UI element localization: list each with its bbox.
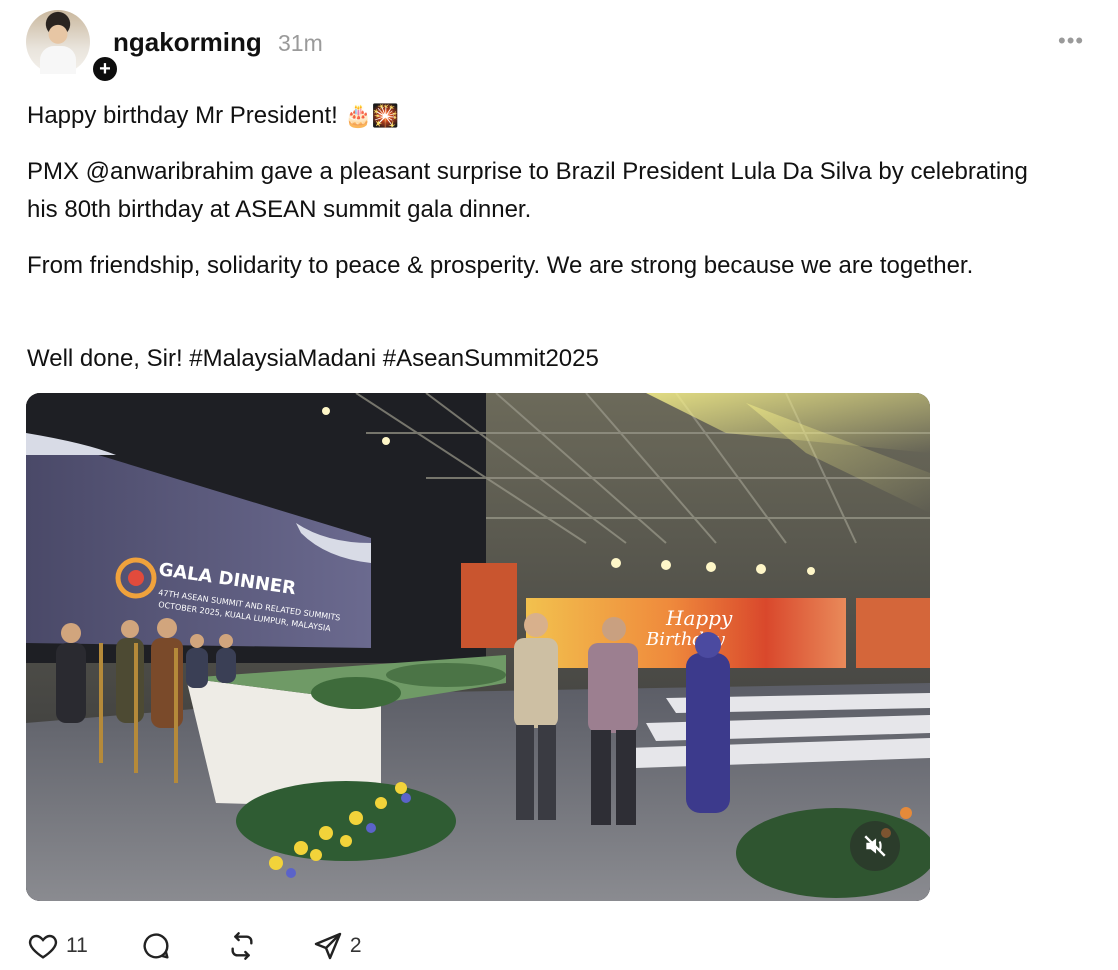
- send-icon: [314, 932, 342, 960]
- more-options-icon[interactable]: •••: [1058, 28, 1084, 54]
- speaker-muted-icon: [864, 835, 886, 857]
- post-text-line-1: Happy birthday Mr President! 🎂🎇: [27, 97, 1037, 135]
- comment-bubble-icon: [143, 933, 169, 959]
- follow-plus-icon[interactable]: +: [90, 54, 120, 84]
- video-frame: Happy Birthday GALA DINNER 47TH ASEAN SU…: [26, 393, 930, 901]
- username[interactable]: ngakorming: [113, 27, 262, 58]
- post-text-paragraph-3: From friendship, solidarity to peace & p…: [27, 252, 974, 279]
- like-button[interactable]: 11: [26, 930, 88, 962]
- comment-button[interactable]: [140, 930, 178, 962]
- avatar-shirt: [40, 46, 76, 74]
- mute-button[interactable]: [850, 821, 900, 871]
- share-button[interactable]: 2: [312, 930, 362, 962]
- repost-icon: [231, 932, 253, 960]
- share-count: 2: [349, 934, 362, 957]
- screen-happy-text: Happy: [665, 606, 733, 630]
- heart-icon: [28, 934, 58, 959]
- post-text-paragraph-4: Well done, Sir! #MalaysiaMadani #AseanSu…: [27, 345, 599, 372]
- avatar[interactable]: +: [26, 10, 120, 84]
- post-timestamp: 31m: [278, 30, 323, 56]
- action-bar: 11 2: [26, 928, 392, 964]
- repost-button[interactable]: [226, 930, 264, 962]
- post-text-paragraph-2: PMX @anwaribrahim gave a pleasant surpri…: [27, 158, 1028, 223]
- cake-fireworks-emoji: 🎂🎇: [344, 103, 400, 128]
- like-count: 11: [66, 934, 88, 957]
- video-player[interactable]: Happy Birthday GALA DINNER 47TH ASEAN SU…: [26, 393, 930, 901]
- post-text-greeting: Happy birthday Mr President!: [27, 102, 338, 129]
